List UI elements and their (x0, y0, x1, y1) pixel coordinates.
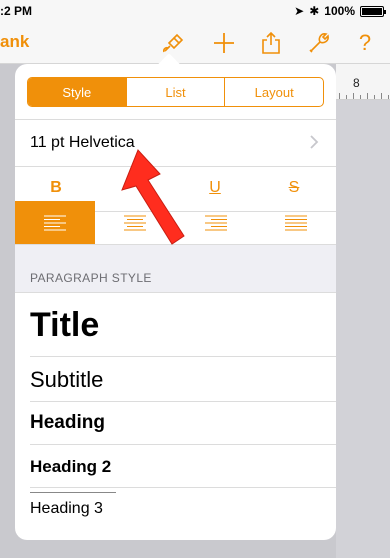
chevron-right-icon (310, 135, 319, 149)
style-heading-label: Heading (30, 412, 105, 433)
document-canvas[interactable] (336, 100, 390, 558)
align-right-icon (204, 215, 227, 230)
battery-fill (362, 7, 382, 15)
strikethrough-button[interactable]: S (279, 179, 309, 197)
style-subtitle[interactable]: Subtitle (30, 357, 336, 402)
status-indicators: ➤ ✱ 100% (294, 4, 386, 18)
align-center-icon (124, 215, 147, 230)
plus-icon[interactable] (211, 30, 237, 56)
help-icon[interactable]: ? (352, 30, 378, 56)
document-toolbar: ank ? (0, 22, 390, 64)
style-heading-3[interactable]: Heading 3 (30, 488, 336, 532)
paintbrush-icon[interactable] (160, 30, 186, 56)
align-left-button[interactable] (15, 201, 96, 244)
style-title[interactable]: Title (30, 293, 336, 357)
bluetooth-icon: ✱ (309, 4, 320, 18)
align-center-button[interactable] (95, 201, 175, 244)
underline-button[interactable]: U (200, 179, 230, 197)
ruler: 8 (336, 64, 390, 100)
alignment-row (15, 201, 336, 245)
style-heading-2-label: Heading 2 (30, 457, 112, 476)
style-heading[interactable]: Heading (30, 402, 336, 445)
style-title-label: Title (30, 306, 100, 344)
battery-percent: 100% (324, 4, 355, 18)
font-label: 11 pt Helvetica (30, 134, 135, 151)
share-icon[interactable] (258, 30, 284, 56)
format-tabs: Style List Layout (27, 77, 324, 107)
bold-button[interactable]: B (41, 179, 71, 197)
style-heading-3-label: Heading 3 (30, 500, 103, 517)
style-subtitle-label: Subtitle (30, 367, 104, 392)
align-right-button[interactable] (176, 201, 256, 244)
battery-icon (360, 5, 386, 17)
paragraph-style-section: PARAGRAPH STYLE (15, 245, 336, 293)
status-time: :2 PM (0, 4, 33, 18)
heading-3-rule (30, 492, 116, 493)
back-button[interactable]: ank (0, 32, 29, 52)
style-heading-2[interactable]: Heading 2 (30, 445, 336, 488)
align-justify-button[interactable] (256, 201, 336, 244)
paragraph-style-list: Title Subtitle Heading Heading 2 Heading… (15, 293, 336, 532)
tab-layout[interactable]: Layout (224, 78, 323, 106)
tab-style[interactable]: Style (28, 78, 126, 106)
align-justify-icon (284, 215, 307, 230)
status-bar: :2 PM ➤ ✱ 100% (0, 0, 390, 22)
location-icon: ➤ (294, 4, 305, 18)
font-row[interactable]: 11 pt Helvetica (15, 119, 336, 167)
wrench-icon[interactable] (306, 30, 332, 56)
format-popover: Style List Layout 11 pt Helvetica B U S (15, 64, 336, 540)
align-left-icon (44, 215, 67, 230)
ruler-number: 8 (353, 76, 360, 90)
tab-list[interactable]: List (125, 78, 225, 106)
paragraph-style-header: PARAGRAPH STYLE (30, 271, 152, 285)
